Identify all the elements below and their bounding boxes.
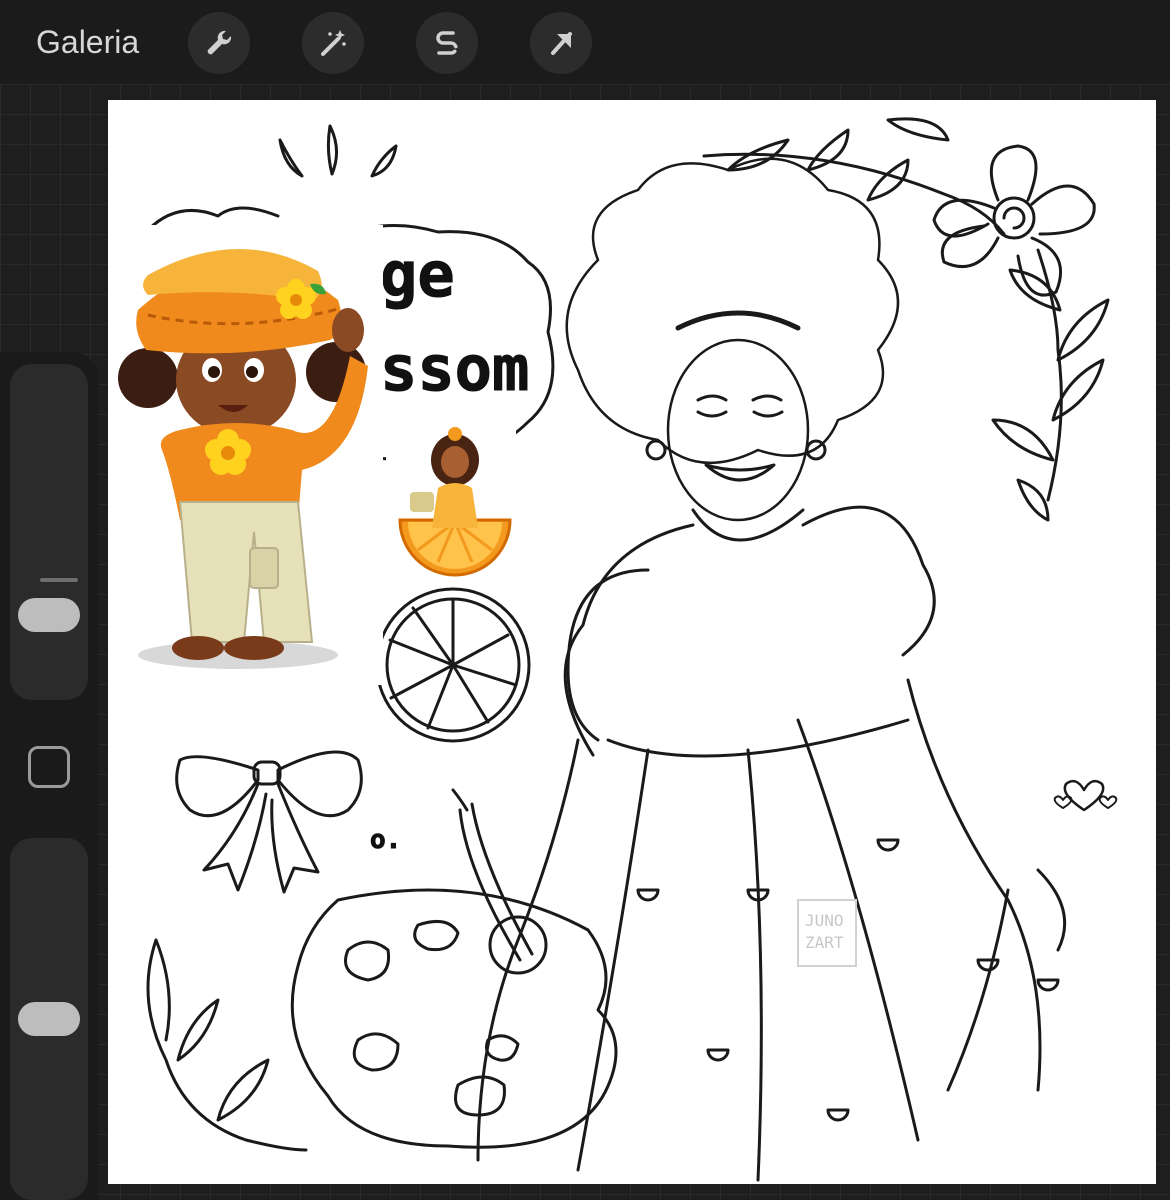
brush-size-thumb[interactable] <box>18 597 80 632</box>
selection-button[interactable] <box>416 12 478 74</box>
adjustments-button[interactable] <box>302 12 364 74</box>
slider-divider <box>40 578 78 582</box>
modify-button[interactable] <box>28 746 70 788</box>
transform-arrow-icon <box>551 32 572 55</box>
selection-s-icon <box>436 31 458 55</box>
small-doodle-text: o. <box>370 825 401 855</box>
brush-size-slider[interactable] <box>10 364 88 700</box>
opacity-thumb[interactable] <box>18 1002 80 1036</box>
transform-button[interactable] <box>530 12 592 74</box>
sparkle-stroke <box>370 144 398 178</box>
sparkle-stroke <box>278 138 304 178</box>
actions-button[interactable] <box>188 12 250 74</box>
top-toolbar: Galeria <box>0 0 1170 84</box>
lettering-line-2: ssom <box>380 332 529 405</box>
wrench-icon <box>207 30 232 55</box>
sketch-artwork: ge ssom o. JUNO ZART <box>118 117 1118 1182</box>
sparkle-stroke <box>326 124 338 176</box>
character-sticker <box>118 225 383 685</box>
sidebar-panel <box>0 352 98 1200</box>
drawing-canvas[interactable]: ge ssom o. JUNO ZART <box>108 100 1156 1184</box>
opacity-slider[interactable] <box>10 838 88 1200</box>
mini-character-sticker <box>386 422 516 582</box>
watermark-line-2: ZART <box>805 933 844 952</box>
watermark: JUNO ZART <box>797 899 857 967</box>
lettering-line-1: ge <box>380 238 455 311</box>
watermark-line-1: JUNO <box>805 911 844 930</box>
magic-wand-icon <box>321 30 346 56</box>
gallery-button[interactable]: Galeria <box>36 24 139 61</box>
